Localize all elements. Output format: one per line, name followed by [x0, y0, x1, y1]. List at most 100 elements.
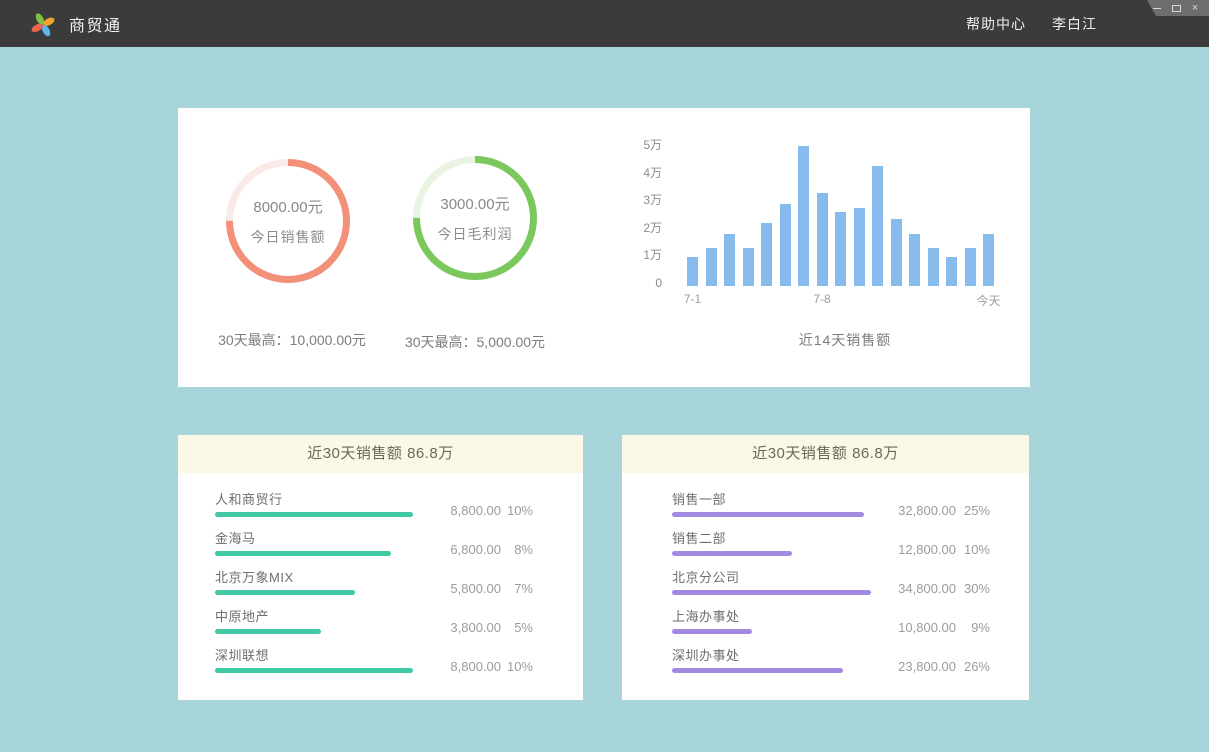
rank-item-bar — [672, 551, 792, 556]
rank-item-percent: 7% — [514, 581, 533, 596]
department-rank-list: 销售一部 32,800.00 25% 销售二部 12,800.00 10% 北京… — [622, 473, 1029, 680]
rank-item-percent: 8% — [514, 542, 533, 557]
chart-bar — [743, 248, 754, 287]
rank-item-name: 人和商贸行 — [215, 489, 283, 508]
chart-bar — [872, 166, 883, 286]
rank-item-name: 金海马 — [215, 528, 256, 547]
rank-card-title: 近30天销售额 86.8万 — [178, 435, 583, 473]
maximize-button[interactable] — [1171, 2, 1181, 14]
rank-item-amount: 3,800.00 — [450, 620, 501, 635]
top-navigation: 帮助中心 李白江 — [966, 14, 1097, 34]
chart-bar — [780, 204, 791, 287]
rank-item-name: 销售二部 — [672, 528, 726, 547]
y-axis-tick: 2万 — [632, 221, 662, 235]
rank-list-item: 销售一部 32,800.00 25% — [622, 485, 1029, 524]
today-sales-value: 8000.00元 — [253, 196, 322, 217]
rank-item-name: 销售一部 — [672, 489, 726, 508]
rank-item-percent: 5% — [514, 620, 533, 635]
rank-list-item: 销售二部 12,800.00 10% — [622, 524, 1029, 563]
chart-bar — [965, 248, 976, 287]
sales-30day-max: 30天最高：10,000.00元 — [187, 330, 397, 350]
gauge-center-text: 8000.00元 今日销售额 — [223, 156, 353, 286]
rank-list-item: 深圳办事处 23,800.00 26% — [622, 641, 1029, 680]
close-button[interactable]: × — [1190, 2, 1200, 14]
gauge-center-text: 3000.00元 今日毛利润 — [410, 153, 540, 283]
rank-item-name: 上海办事处 — [672, 606, 740, 625]
y-axis-tick: 0 — [632, 276, 662, 290]
close-icon: × — [1192, 2, 1198, 14]
today-sales-caption: 今日销售额 — [251, 227, 326, 247]
rank-item-bar — [672, 668, 843, 673]
chart-bar — [798, 146, 809, 286]
rank-item-amount: 6,800.00 — [450, 542, 501, 557]
rank-item-bar — [672, 590, 871, 595]
rank-list-item: 深圳联想 8,800.00 10% — [178, 641, 583, 680]
chart-bar — [724, 234, 735, 286]
rank-item-amount: 8,800.00 — [450, 503, 501, 518]
maximize-icon — [1172, 5, 1181, 12]
x-axis-tick: 今天 — [959, 292, 1019, 309]
customer-sales-ranking-card: 近30天销售额 86.8万 人和商贸行 8,800.00 10% 金海马 6,8… — [178, 435, 583, 700]
rank-item-bar — [215, 629, 321, 634]
chart-bar — [761, 223, 772, 286]
rank-item-bar — [215, 668, 413, 673]
chart-bar — [687, 257, 698, 286]
chart-bar — [928, 248, 939, 287]
rank-item-percent: 26% — [964, 659, 990, 674]
rank-item-percent: 30% — [964, 581, 990, 596]
rank-list-item: 北京分公司 34,800.00 30% — [622, 563, 1029, 602]
x-axis-tick: 7-1 — [663, 292, 723, 306]
rank-item-name: 深圳办事处 — [672, 645, 740, 664]
app-window: 商贸通 帮助中心 李白江 × 8000.00元 今日销售额 30天最高：10,0… — [0, 0, 1209, 752]
today-profit-gauge: 3000.00元 今日毛利润 — [410, 153, 540, 283]
sales-14day-bar-chart: 近14天销售额 5万4万3万2万1万07-17-8今天 — [648, 136, 1038, 366]
rank-list-item: 北京万象MIX 5,800.00 7% — [178, 563, 583, 602]
chart-bar — [706, 248, 717, 287]
chart-bar — [835, 212, 846, 286]
chart-bar — [909, 234, 920, 286]
help-center-link[interactable]: 帮助中心 — [966, 14, 1026, 34]
app-logo-icon — [30, 11, 56, 37]
x-axis-tick: 7-8 — [792, 292, 852, 306]
rank-item-name: 中原地产 — [215, 606, 269, 625]
rank-item-bar — [672, 512, 864, 517]
rank-list-item: 金海马 6,800.00 8% — [178, 524, 583, 563]
user-menu[interactable]: 李白江 — [1052, 14, 1097, 34]
rank-item-name: 深圳联想 — [215, 645, 269, 664]
rank-item-bar — [215, 590, 355, 595]
rank-item-percent: 10% — [964, 542, 990, 557]
rank-list-item: 人和商贸行 8,800.00 10% — [178, 485, 583, 524]
rank-item-percent: 25% — [964, 503, 990, 518]
rank-item-percent: 10% — [507, 659, 533, 674]
rank-item-bar — [672, 629, 752, 634]
rank-item-amount: 32,800.00 — [898, 503, 956, 518]
rank-item-name: 北京分公司 — [672, 567, 740, 586]
rank-item-amount: 5,800.00 — [450, 581, 501, 596]
minimize-icon — [1153, 8, 1161, 9]
bar-chart-title: 近14天销售额 — [735, 330, 955, 350]
rank-item-amount: 10,800.00 — [898, 620, 956, 635]
rank-list-item: 中原地产 3,800.00 5% — [178, 602, 583, 641]
rank-item-percent: 10% — [507, 503, 533, 518]
chart-bar — [946, 257, 957, 286]
y-axis-tick: 3万 — [632, 193, 662, 207]
today-profit-value: 3000.00元 — [440, 193, 509, 214]
chart-bar — [854, 208, 865, 286]
today-overview-card: 8000.00元 今日销售额 30天最高：10,000.00元 3000.00元… — [178, 108, 1030, 387]
rank-item-bar — [215, 551, 391, 556]
y-axis-tick: 1万 — [632, 248, 662, 262]
chart-bar — [891, 219, 902, 286]
customer-rank-list: 人和商贸行 8,800.00 10% 金海马 6,800.00 8% 北京万象M… — [178, 473, 583, 680]
title-bar: 商贸通 帮助中心 李白江 — [0, 0, 1209, 47]
today-profit-caption: 今日毛利润 — [438, 224, 513, 244]
chart-bar — [983, 234, 994, 286]
y-axis-tick: 4万 — [632, 166, 662, 180]
today-sales-gauge: 8000.00元 今日销售额 — [223, 156, 353, 286]
y-axis-tick: 5万 — [632, 138, 662, 152]
rank-item-amount: 12,800.00 — [898, 542, 956, 557]
rank-item-percent: 9% — [971, 620, 990, 635]
department-sales-ranking-card: 近30天销售额 86.8万 销售一部 32,800.00 25% 销售二部 12… — [622, 435, 1029, 700]
rank-card-title: 近30天销售额 86.8万 — [622, 435, 1029, 473]
rank-list-item: 上海办事处 10,800.00 9% — [622, 602, 1029, 641]
profit-30day-max: 30天最高：5,000.00元 — [370, 332, 580, 352]
